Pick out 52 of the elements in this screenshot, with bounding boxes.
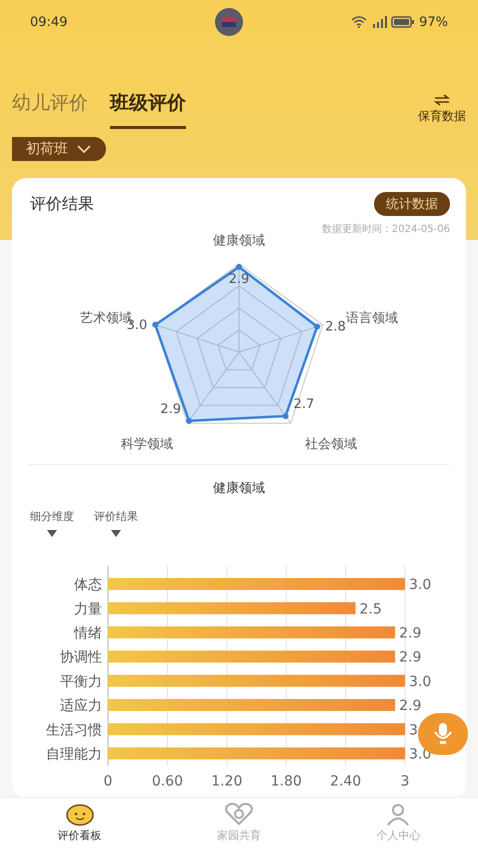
- statistics-button[interactable]: 统计数据: [374, 192, 450, 216]
- baby-face-icon: [64, 802, 95, 826]
- switch-data-button[interactable]: 保育数据: [418, 90, 466, 125]
- wifi-icon: [351, 16, 368, 28]
- category-label: 适应力: [60, 698, 102, 714]
- category-label: 自理能力: [46, 746, 102, 762]
- signal-icon: [371, 16, 388, 28]
- tick-label: 3: [400, 774, 410, 789]
- value-label: 2.9: [160, 402, 181, 417]
- axis-label: 语言领域: [346, 311, 398, 326]
- tick-label: 1.20: [211, 774, 242, 789]
- value-label: 2.9: [228, 272, 250, 287]
- category-label: 生活习惯: [46, 722, 102, 738]
- category-label: 平衡力: [60, 674, 102, 690]
- chevron-icon: [76, 144, 92, 154]
- tab[interactable]: 班级评价: [110, 90, 186, 129]
- tick-label: 0.60: [152, 774, 183, 789]
- tick-label: 0: [104, 774, 112, 789]
- value-label: 2.9: [399, 698, 422, 714]
- tick-label: 2.40: [330, 774, 362, 789]
- value-label: 3: [409, 722, 418, 738]
- filter-dropdown[interactable]: 评价结果: [94, 509, 138, 537]
- category-label: 力量: [74, 601, 102, 618]
- category-label: 协调性: [60, 650, 102, 666]
- battery-level: 97%: [419, 14, 448, 30]
- swap-icon: [434, 94, 450, 106]
- chart-title: 健康领域: [212, 480, 266, 497]
- card-title: 评价结果: [30, 194, 94, 214]
- clock: 09:49: [30, 14, 68, 30]
- caret-icon: [47, 530, 57, 537]
- update-time: 数据更新时间：2024-05-06: [320, 222, 451, 236]
- value-label: 2.7: [294, 397, 314, 412]
- category-label: 体态: [74, 577, 102, 594]
- battery-icon: [391, 16, 416, 28]
- category-label: 情绪: [74, 626, 102, 642]
- microphone-icon: [432, 722, 454, 746]
- filter-dropdown[interactable]: 细分维度: [30, 509, 74, 537]
- axis-label: 健康领域: [213, 233, 265, 248]
- app-icon: [214, 7, 244, 37]
- value-label: 2.8: [325, 320, 346, 335]
- axis-label: 社会领域: [305, 437, 358, 452]
- value-label: 2.9: [399, 650, 422, 666]
- axis-label: 科学领域: [120, 437, 173, 452]
- heart-icon: [224, 802, 254, 826]
- value-label: 2.9: [399, 626, 422, 642]
- class-dropdown[interactable]: 初荷班: [12, 137, 106, 161]
- value-label: 2.5: [360, 601, 382, 618]
- caret-icon: [111, 530, 121, 537]
- nav-tab[interactable]: 评价看板: [58, 798, 102, 850]
- value-label: 3.0: [409, 577, 432, 594]
- tick-label: 1.80: [270, 774, 302, 789]
- value-label: 3.0: [409, 674, 432, 690]
